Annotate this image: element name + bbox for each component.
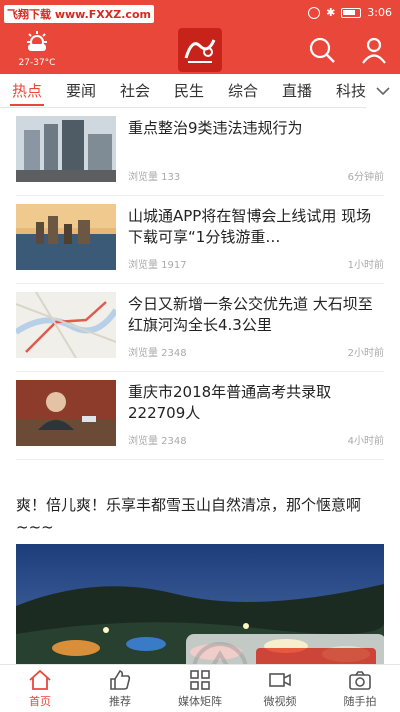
user-icon[interactable] bbox=[360, 36, 388, 64]
video-icon bbox=[269, 673, 291, 687]
tab-general[interactable]: 综合 bbox=[216, 74, 270, 107]
bottom-navigation: 首页 推荐 媒体矩阵 微视频 随手拍 bbox=[0, 664, 400, 712]
news-meta: 浏览量 2348 2小时前 bbox=[128, 344, 384, 359]
bluetooth-icon: ✱ bbox=[326, 6, 336, 19]
nav-label: 首页 bbox=[29, 695, 51, 708]
nav-media-matrix[interactable]: 媒体矩阵 bbox=[160, 665, 240, 712]
news-title: 今日又新增一条公交优先道 大石坝至红旗河沟全长4.3公里 bbox=[128, 295, 373, 334]
news-item[interactable]: 今日又新增一条公交优先道 大石坝至红旗河沟全长4.3公里 浏览量 2348 2小… bbox=[16, 288, 384, 372]
weather-sun-icon bbox=[27, 31, 47, 51]
news-meta: 浏览量 1917 1小时前 bbox=[128, 256, 384, 271]
publish-time: 1小时前 bbox=[347, 260, 384, 271]
watermark-top: 飞翔下载 www.FXXZ.com bbox=[4, 5, 154, 23]
tab-live[interactable]: 直播 bbox=[270, 74, 324, 107]
news-thumbnail bbox=[16, 380, 116, 446]
nav-label: 微视频 bbox=[263, 695, 297, 708]
nav-label: 随手拍 bbox=[343, 695, 377, 708]
view-count: 浏览量 2348 bbox=[128, 436, 187, 447]
category-tabs: 热点 要闻 社会 民生 综合 直播 科技 bbox=[0, 74, 400, 108]
news-title: 山城通APP将在智博会上线试用 现场下载可享“1分钱游重… bbox=[128, 207, 372, 246]
news-item[interactable]: 重点整治9类违法违规行为 浏览量 133 6分钟前 bbox=[16, 112, 384, 196]
news-meta: 浏览量 2348 4小时前 bbox=[128, 432, 384, 447]
news-title: 重庆市2018年普通高考共录取222709人 bbox=[128, 383, 332, 422]
search-icon[interactable] bbox=[308, 36, 336, 64]
view-count: 浏览量 133 bbox=[128, 172, 181, 183]
weather-temp: 27-37°C bbox=[18, 58, 56, 68]
news-item[interactable]: 重庆市2018年普通高考共录取222709人 浏览量 2348 4小时前 bbox=[16, 376, 384, 460]
camera-icon bbox=[349, 671, 371, 690]
news-title: 重点整治9类违法违规行为 bbox=[128, 119, 303, 137]
view-count: 浏览量 1917 bbox=[128, 260, 187, 271]
publish-time: 6分钟前 bbox=[347, 172, 384, 183]
status-bar: 飞翔下载 www.FXXZ.com ✱ 3:06 bbox=[0, 0, 400, 26]
feature-title[interactable]: 爽！倍儿爽！乐享丰都雪玉山自然清凉，那个惬意啊~~~ bbox=[16, 494, 384, 538]
tab-more-button[interactable] bbox=[366, 74, 400, 108]
alarm-icon bbox=[308, 6, 321, 19]
tab-society[interactable]: 社会 bbox=[108, 74, 162, 107]
view-count: 浏览量 2348 bbox=[128, 348, 187, 359]
chevron-down-icon bbox=[376, 87, 390, 96]
news-thumbnail bbox=[16, 204, 116, 270]
tab-hot[interactable]: 热点 bbox=[0, 74, 54, 107]
publish-time: 2小时前 bbox=[347, 348, 384, 359]
home-icon bbox=[29, 669, 51, 690]
nav-recommend[interactable]: 推荐 bbox=[80, 665, 160, 712]
nav-home[interactable]: 首页 bbox=[0, 665, 80, 712]
nav-micro-video[interactable]: 微视频 bbox=[240, 665, 320, 712]
app-logo bbox=[178, 28, 222, 72]
app-header: 27-37°C bbox=[0, 26, 400, 74]
thumbs-up-icon bbox=[110, 670, 131, 690]
nav-label: 推荐 bbox=[109, 695, 131, 708]
publish-time: 4小时前 bbox=[347, 436, 384, 447]
tab-livelihood[interactable]: 民生 bbox=[162, 74, 216, 107]
news-meta: 浏览量 133 6分钟前 bbox=[128, 168, 384, 183]
grid-icon bbox=[190, 670, 210, 690]
status-icons: ✱ 3:06 bbox=[308, 6, 392, 19]
nav-snapshot[interactable]: 随手拍 bbox=[320, 665, 400, 712]
tab-news[interactable]: 要闻 bbox=[54, 74, 108, 107]
news-thumbnail bbox=[16, 292, 116, 358]
news-thumbnail bbox=[16, 116, 116, 182]
weather-widget[interactable]: 27-37°C bbox=[12, 30, 62, 68]
news-item[interactable]: 山城通APP将在智博会上线试用 现场下载可享“1分钱游重… 浏览量 1917 1… bbox=[16, 200, 384, 284]
status-time: 3:06 bbox=[367, 6, 392, 19]
news-feed: 重点整治9类违法违规行为 浏览量 133 6分钟前 山城通APP将在智博会上线试… bbox=[0, 108, 400, 664]
battery-icon bbox=[341, 7, 362, 18]
nav-label: 媒体矩阵 bbox=[178, 695, 222, 708]
